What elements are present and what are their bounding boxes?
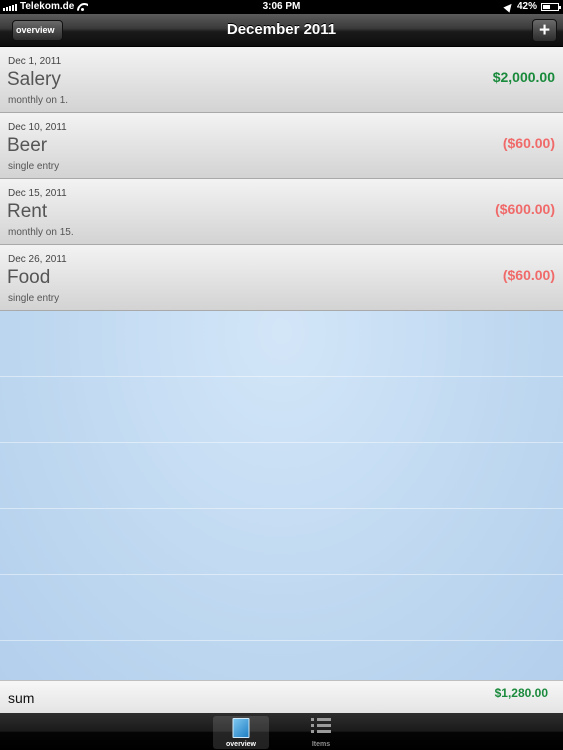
entry-date: Dec 1, 2011 [8, 56, 62, 67]
sum-bar: sum $1,280.00 [0, 680, 563, 713]
entry-row[interactable]: Dec 1, 2011 Salery monthly on 1. $2,000.… [0, 47, 563, 113]
battery-fill [543, 4, 550, 9]
entry-amount: ($60.00) [502, 135, 555, 151]
status-time: 3:06 PM [262, 1, 301, 12]
entry-date: Dec 10, 2011 [8, 122, 67, 133]
grid-divider [0, 640, 563, 641]
add-entry-button[interactable]: + [532, 19, 557, 42]
entry-date: Dec 15, 2011 [8, 188, 67, 199]
list-icon [311, 718, 331, 738]
entry-recurrence: monthly on 15. [8, 227, 74, 238]
entry-name: Salery [7, 69, 61, 90]
entry-row[interactable]: Dec 26, 2011 Food single entry ($60.00) [0, 245, 563, 311]
tab-overview[interactable]: overview [213, 716, 269, 749]
sum-label: sum [8, 690, 35, 706]
entry-amount: $2,000.00 [492, 69, 555, 85]
grid-divider [0, 574, 563, 575]
battery-percent: 42% [516, 1, 537, 12]
tab-items[interactable]: Items [293, 716, 349, 749]
entry-recurrence: single entry [8, 293, 60, 304]
entry-row[interactable]: Dec 10, 2011 Beer single entry ($60.00) [0, 113, 563, 179]
grid-divider [0, 376, 563, 377]
entry-name: Beer [7, 135, 48, 156]
navigation-bar: overview December 2011 + [0, 14, 563, 47]
overview-book-icon [232, 718, 250, 738]
entry-recurrence: single entry [8, 161, 60, 172]
grid-divider [0, 508, 563, 509]
tab-bar: overview Items [0, 713, 563, 750]
location-arrow-icon [503, 0, 515, 13]
page-title: December 2011 [226, 21, 337, 38]
entries-list[interactable]: Dec 1, 2011 Salery monthly on 1. $2,000.… [0, 47, 563, 680]
tab-label: overview [226, 741, 256, 748]
entry-row[interactable]: Dec 15, 2011 Rent monthly on 15. ($600.0… [0, 179, 563, 245]
battery-icon [541, 2, 561, 11]
entry-name: Food [7, 267, 51, 288]
entry-amount: ($600.00) [495, 201, 555, 217]
entry-recurrence: monthly on 1. [8, 95, 69, 106]
status-right: 42% [503, 0, 561, 13]
entry-name: Rent [7, 201, 48, 222]
sum-value: $1,280.00 [494, 686, 548, 700]
tab-label: Items [311, 741, 331, 748]
grid-divider [0, 442, 563, 443]
entry-date: Dec 26, 2011 [8, 254, 67, 265]
status-bar: Telekom.de 3:06 PM 42% [0, 0, 563, 14]
entry-amount: ($60.00) [502, 267, 555, 283]
